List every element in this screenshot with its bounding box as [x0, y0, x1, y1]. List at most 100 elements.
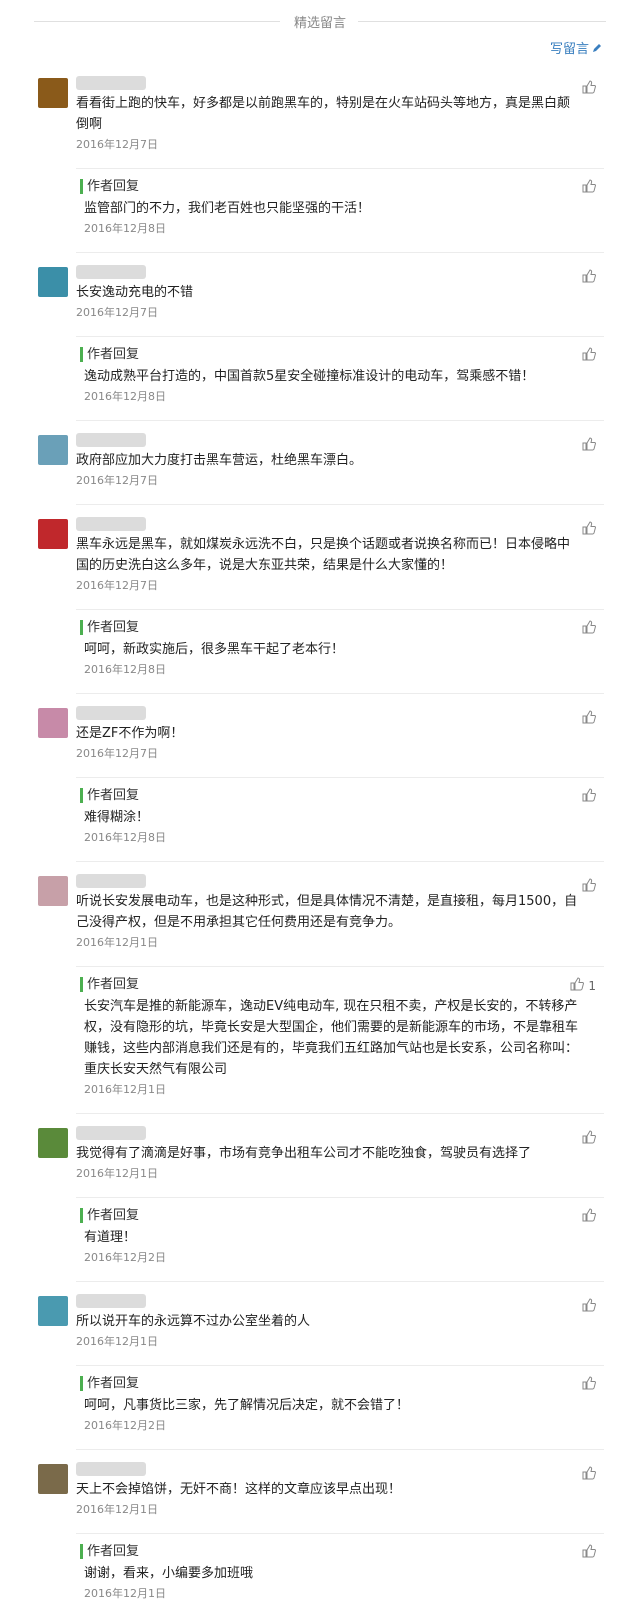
- comment-divider: [76, 252, 604, 253]
- avatar[interactable]: [38, 78, 68, 108]
- like-button[interactable]: [582, 788, 596, 805]
- comment-text: 所以说开车的永远算不过办公室坐着的人: [76, 1314, 311, 1329]
- thumb-up-icon: [582, 1130, 596, 1147]
- comment-text: 我觉得有了滴滴是好事，市场有竞争出租车公司才不能吃独食，驾驶员有选择了: [76, 1146, 532, 1161]
- thumb-up-icon: [582, 269, 596, 286]
- pencil-icon: [593, 43, 601, 52]
- comment-divider: [76, 420, 604, 421]
- like-button[interactable]: [582, 521, 596, 538]
- author-reply: 作者回复 长安汽车是推的新能源车，逸动EV纯电动车, 现在只租不卖，产权是长安的，…: [76, 966, 604, 1097]
- comment-item: 黑车永远是黑车，就如煤炭永远洗不白，只是换个话题或者说换名称而已！日本侵略中国的…: [38, 517, 604, 677]
- avatar[interactable]: [38, 876, 68, 906]
- comment-date: 2016年12月7日: [76, 579, 158, 592]
- comment-item: 政府部应加大力度打击黑车营运，杜绝黑车漂白。 2016年12月7日: [38, 433, 604, 488]
- thumb-up-icon: [582, 1376, 596, 1393]
- author-reply-title: 作者回复: [80, 1376, 604, 1391]
- like-button[interactable]: [582, 437, 596, 454]
- author-reply: 作者回复逸动成熟平台打造的，中国首款5星安全碰撞标准设计的电动车，驾乘感不错！ 2…: [76, 336, 604, 404]
- thumb-up-icon: [582, 710, 596, 727]
- comment-date: 2016年12月1日: [76, 1335, 158, 1348]
- comment-list: 看看街上跑的快车，好多都是以前跑黑车的，特别是在火车站码头等地方，真是黑白颠倒啊…: [38, 72, 604, 1617]
- like-button[interactable]: 1: [570, 977, 596, 994]
- author-reply-date: 2016年12月8日: [84, 831, 166, 844]
- username-blurred: [76, 265, 146, 279]
- comment-item: 看看街上跑的快车，好多都是以前跑黑车的，特别是在火车站码头等地方，真是黑白颠倒啊…: [38, 76, 604, 236]
- thumb-up-icon: [582, 878, 596, 895]
- avatar[interactable]: [38, 1296, 68, 1326]
- like-button[interactable]: [582, 269, 596, 286]
- author-reply: 作者回复 呵呵，凡事货比三家，先了解情况后决定，就不会错了！ 2016年12月2日: [76, 1365, 604, 1433]
- author-reply: 作者回复呵呵，新政实施后，很多黑车干起了老本行！ 2016年12月8日: [76, 609, 604, 677]
- author-reply-title: 作者回复: [80, 788, 604, 803]
- author-reply-date: 2016年12月8日: [84, 390, 166, 403]
- like-button[interactable]: [582, 1376, 596, 1393]
- comment-date: 2016年12月1日: [76, 1503, 158, 1516]
- comment-item: 我觉得有了滴滴是好事，市场有竞争出租车公司才不能吃独食，驾驶员有选择了 2016年…: [38, 1126, 604, 1265]
- like-button[interactable]: [582, 179, 596, 196]
- like-button[interactable]: [582, 620, 596, 637]
- author-reply-text: 监管部门的不力，我们老百姓也只能坚强的干活！: [84, 201, 371, 216]
- like-button[interactable]: [582, 80, 596, 97]
- section-header: 精选留言: [0, 0, 640, 40]
- avatar[interactable]: [38, 435, 68, 465]
- like-count: 1: [588, 978, 596, 993]
- comment-text: 长安逸动充电的不错: [76, 285, 194, 300]
- author-reply-title: 作者回复: [80, 977, 604, 992]
- author-reply-title: 作者回复: [80, 1208, 604, 1223]
- like-button[interactable]: [582, 1298, 596, 1315]
- author-reply-title: 作者回复: [80, 620, 604, 635]
- like-button[interactable]: [582, 347, 596, 364]
- comment-date: 2016年12月7日: [76, 138, 158, 151]
- author-reply: 作者回复 难得糊涂！ 2016年12月8日: [76, 777, 604, 845]
- comment-text: 听说长安发展电动车，也是这种形式，但是具体情况不清楚，是直接租，每月1500，自…: [76, 894, 578, 930]
- comment-text: 政府部应加大力度打击黑车营运，杜绝黑车漂白。: [76, 453, 363, 468]
- avatar[interactable]: [38, 519, 68, 549]
- author-reply: 作者回复 有道理！ 2016年12月2日: [76, 1197, 604, 1265]
- comment-item: 天上不会掉馅饼，无奸不商！这样的文章应该早点出现！ 2016年12月1日 作者回复谢…: [38, 1462, 604, 1601]
- like-button[interactable]: [582, 1130, 596, 1147]
- author-reply: 作者回复谢谢，看来，小编要多加班哦 2016年12月1日: [76, 1533, 604, 1601]
- thumb-up-icon: [582, 1208, 596, 1225]
- comment-divider: [76, 504, 604, 505]
- username-blurred: [76, 76, 146, 90]
- comment-date: 2016年12月7日: [76, 306, 158, 319]
- username-blurred: [76, 1294, 146, 1308]
- author-reply-title: 作者回复: [80, 1544, 604, 1559]
- comment-date: 2016年12月1日: [76, 1167, 158, 1180]
- comment-date: 2016年12月1日: [76, 936, 158, 949]
- thumb-up-icon: [570, 977, 585, 994]
- comment-date: 2016年12月7日: [76, 474, 158, 487]
- comment-item: 所以说开车的永远算不过办公室坐着的人 2016年12月1日作者回复 呵呵，凡事货比三…: [38, 1294, 604, 1433]
- avatar[interactable]: [38, 1128, 68, 1158]
- avatar[interactable]: [38, 708, 68, 738]
- author-reply-text: 呵呵，新政实施后，很多黑车干起了老本行！: [84, 642, 345, 657]
- thumb-up-icon: [582, 521, 596, 538]
- like-button[interactable]: [582, 878, 596, 895]
- thumb-up-icon: [582, 1466, 596, 1483]
- like-button[interactable]: [582, 710, 596, 727]
- comment-text: 还是ZF不作为啊！: [76, 726, 184, 741]
- comment-divider: [76, 861, 604, 862]
- section-title: 精选留言: [285, 16, 354, 31]
- like-button[interactable]: [582, 1466, 596, 1483]
- thumb-up-icon: [582, 1544, 596, 1561]
- author-reply-text: 逸动成熟平台打造的，中国首款5星安全碰撞标准设计的电动车，驾乘感不错！: [84, 369, 535, 384]
- like-button[interactable]: [582, 1208, 596, 1225]
- avatar[interactable]: [38, 267, 68, 297]
- thumb-up-icon: [582, 179, 596, 196]
- author-reply-text: 谢谢，看来，小编要多加班哦: [84, 1566, 254, 1581]
- author-reply-date: 2016年12月8日: [84, 222, 166, 235]
- thumb-up-icon: [582, 1298, 596, 1315]
- comment-divider: [76, 1449, 604, 1450]
- author-reply-date: 2016年12月8日: [84, 663, 166, 676]
- thumb-up-icon: [582, 347, 596, 364]
- author-reply-date: 2016年12月1日: [84, 1587, 166, 1600]
- comment-divider: [76, 693, 604, 694]
- like-button[interactable]: [582, 1544, 596, 1561]
- author-reply-date: 2016年12月2日: [84, 1251, 166, 1264]
- write-comment-link[interactable]: 写留言: [550, 38, 602, 57]
- username-blurred: [76, 433, 146, 447]
- username-blurred: [76, 874, 146, 888]
- author-reply-title: 作者回复: [80, 347, 604, 362]
- avatar[interactable]: [38, 1464, 68, 1494]
